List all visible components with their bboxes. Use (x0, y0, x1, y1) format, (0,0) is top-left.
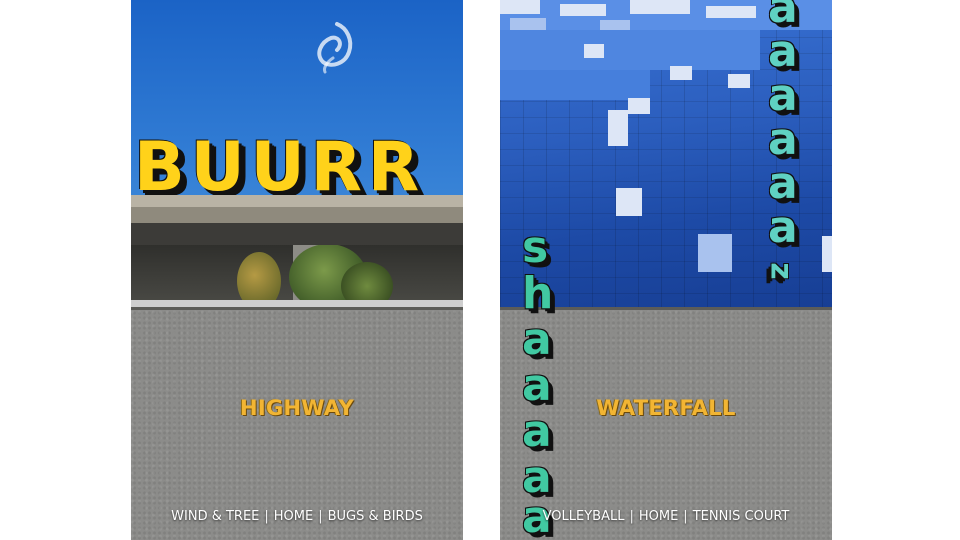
wall-tile (560, 4, 606, 16)
wall-tile (600, 20, 630, 30)
wave-band (500, 30, 760, 70)
wall-tile (500, 0, 540, 14)
page-title: WATERFALL (596, 396, 736, 420)
sound-letter: h (522, 268, 554, 319)
wall-tile (822, 236, 832, 272)
sound-letter: a (768, 158, 798, 209)
wall-tile (584, 44, 604, 58)
bridge-deck (131, 195, 463, 207)
bottom-nav: WIND & TREE | HOME | BUGS & BIRDS (131, 509, 463, 524)
bridge-underside (131, 223, 463, 245)
nav-link-bugs-birds[interactable]: BUGS & BIRDS (328, 509, 423, 524)
wall-tile (510, 18, 546, 30)
sound-letter: a (522, 314, 552, 365)
wall-tile (630, 0, 690, 14)
page-title: HIGHWAY (240, 396, 354, 420)
nav-separator: | (318, 509, 323, 524)
wall-tile (728, 74, 750, 88)
wall-tile (608, 110, 628, 146)
nav-link-wind-tree[interactable]: WIND & TREE (171, 509, 259, 524)
bottom-nav: VOLLEYBALL | HOME | TENNIS COURT (500, 509, 832, 524)
wall-tile (670, 66, 692, 80)
sound-letter: a (768, 114, 798, 165)
nav-separator: | (683, 509, 688, 524)
nav-link-home[interactable]: HOME (639, 509, 678, 524)
nav-link-home[interactable]: HOME (274, 509, 313, 524)
waterfall-panel: s h a a a a a a a a a a a z WATERFALL VO… (500, 0, 832, 540)
wave-band (500, 70, 650, 100)
bridge-band (131, 207, 463, 223)
wall-tile (616, 188, 642, 216)
sound-letter: a (768, 70, 798, 121)
nav-link-volleyball[interactable]: VOLLEYBALL (543, 509, 625, 524)
nav-link-tennis-court[interactable]: TENNIS COURT (693, 509, 790, 524)
asphalt-background (131, 310, 463, 540)
highway-panel: BUURR HIGHWAY WIND & TREE | HOME | BUGS & BI… (131, 0, 463, 540)
sound-letter: s (522, 222, 549, 273)
cloud-wisp (317, 22, 353, 74)
wall-tile (706, 6, 756, 18)
wall-tile (698, 234, 732, 272)
sound-letter: z (763, 262, 799, 280)
nav-separator: | (629, 509, 634, 524)
sound-letter: a (768, 202, 798, 253)
nav-separator: | (264, 509, 269, 524)
wall-tile (628, 98, 650, 114)
sound-letter: a (768, 26, 798, 77)
